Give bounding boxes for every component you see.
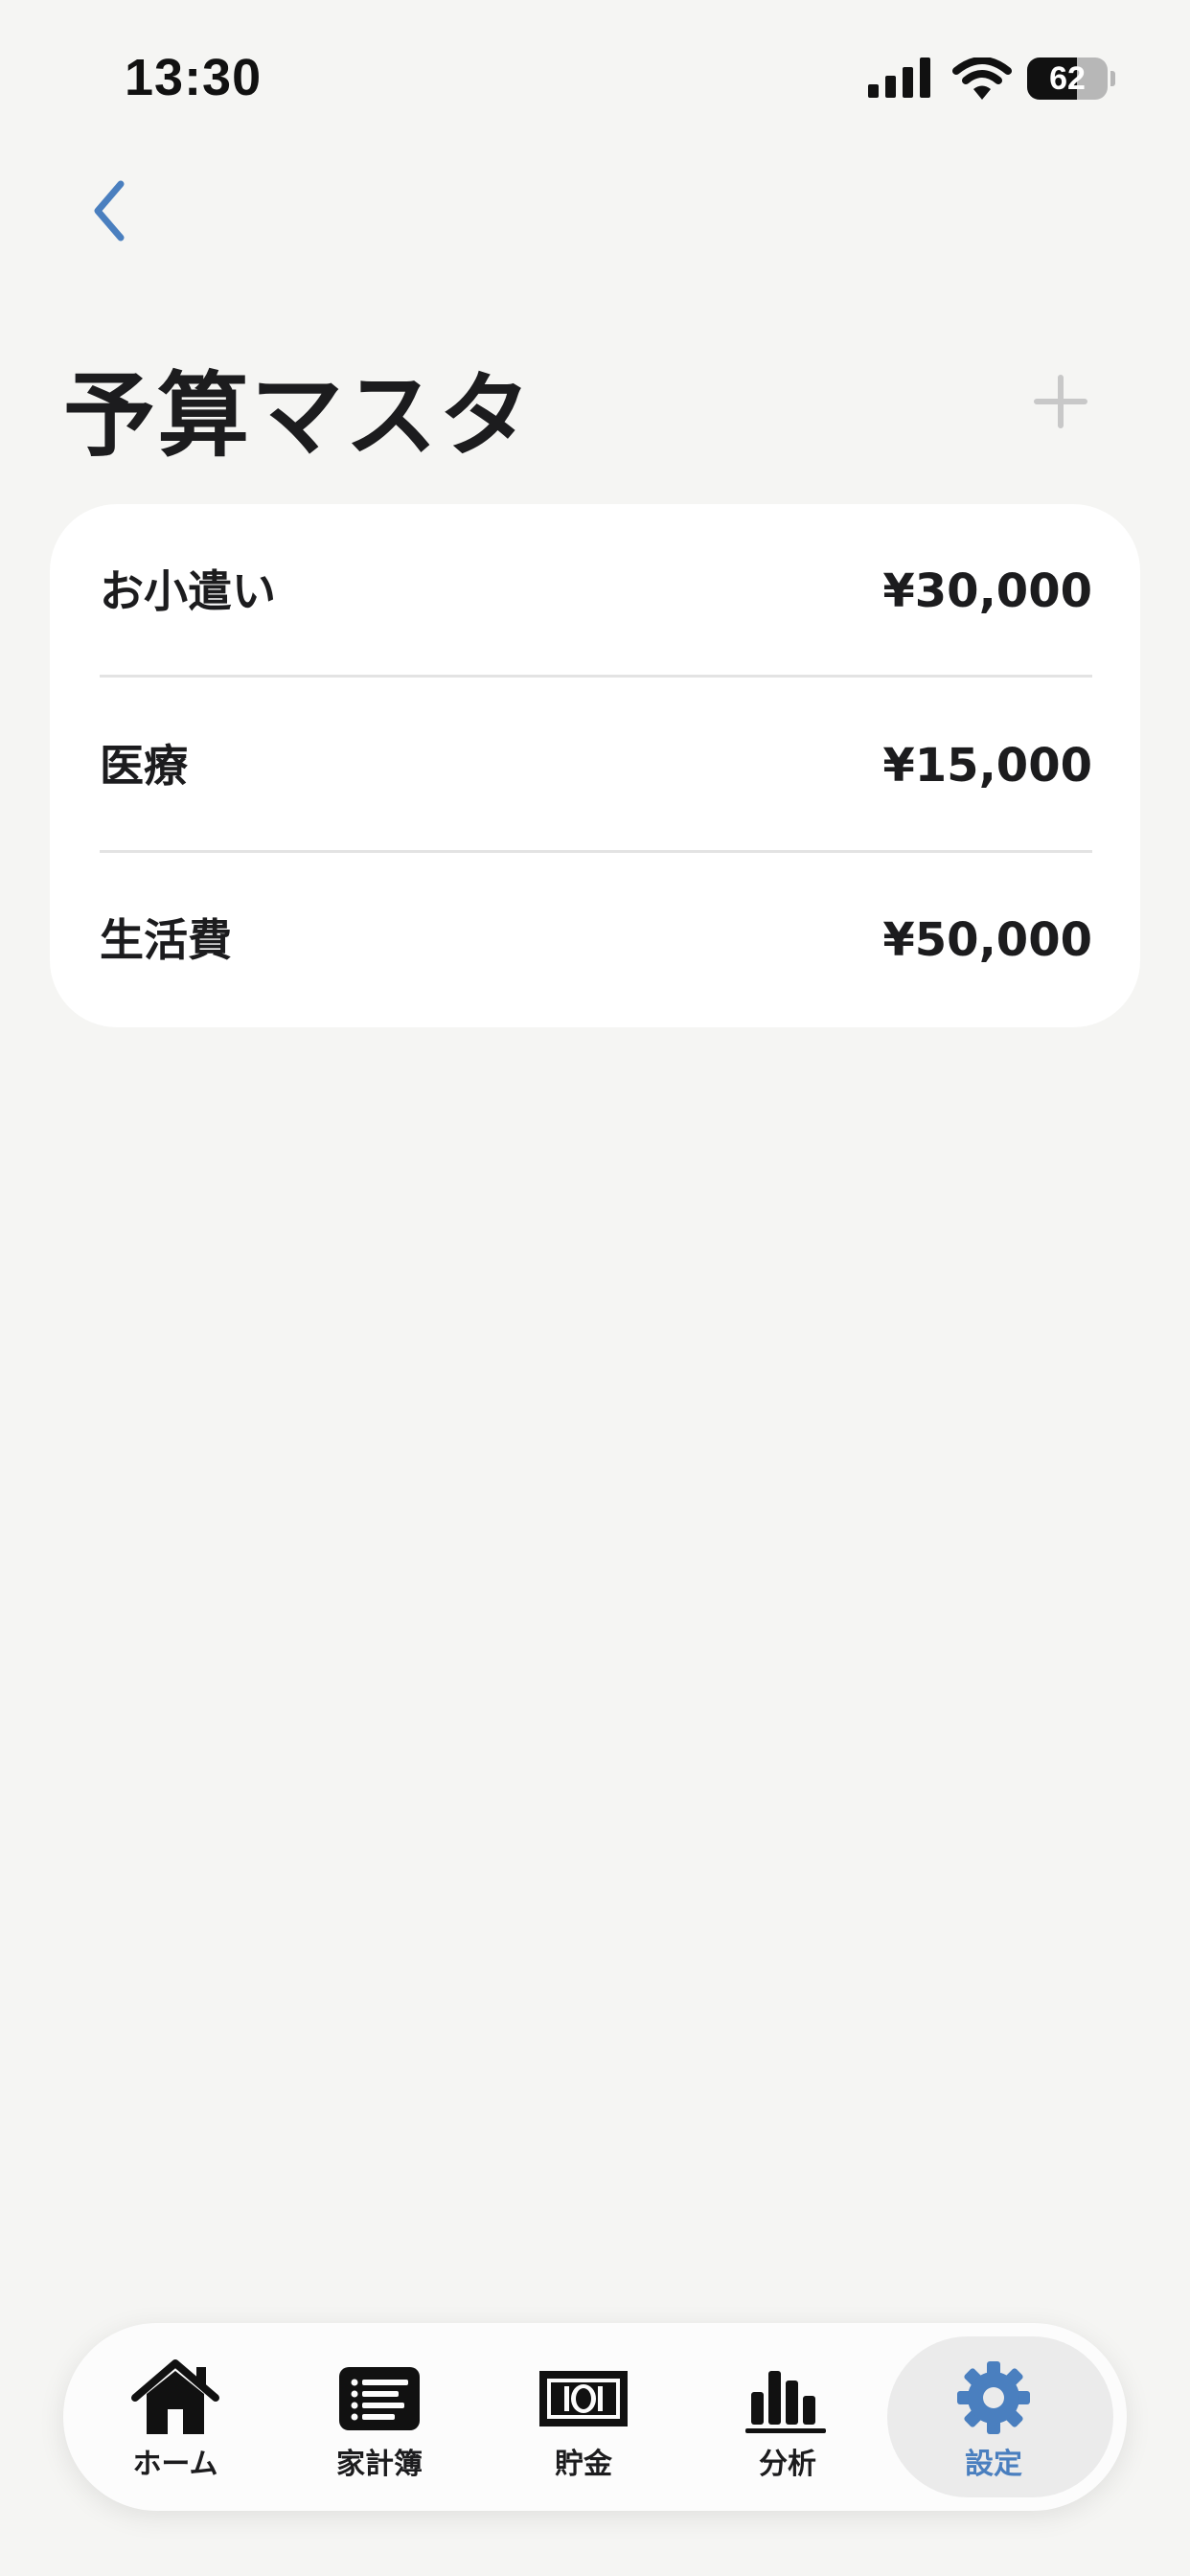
status-icons: 62 — [868, 56, 1117, 102]
tab-label: 分析 — [759, 2448, 816, 2481]
tab-analysis[interactable]: 分析 — [687, 2323, 888, 2511]
tab-savings[interactable]: 貯金 — [483, 2323, 684, 2511]
budget-list: お小遣い ¥30,000 医療 ¥15,000 生活費 ¥50,000 — [50, 504, 1140, 1027]
add-budget-button[interactable] — [1031, 372, 1090, 431]
page-title: 予算マスタ — [63, 362, 533, 470]
budget-amount: ¥30,000 — [882, 564, 1092, 618]
status-time: 13:30 — [125, 49, 263, 106]
home-icon — [131, 2359, 219, 2434]
back-button[interactable] — [82, 172, 140, 249]
tab-label: 貯金 — [555, 2448, 612, 2481]
tab-label: 設定 — [965, 2448, 1022, 2481]
battery-tip — [1110, 71, 1115, 86]
bar-chart-icon — [745, 2371, 826, 2433]
budget-row[interactable]: お小遣い ¥30,000 — [100, 504, 1092, 678]
budget-master-screen: 13:30 62 予算マスタ お小遣い ¥30,000 医療 ¥15,000 生… — [0, 0, 1190, 2576]
tab-settings[interactable]: 設定 — [887, 2323, 1113, 2511]
plus-icon — [1034, 375, 1087, 428]
tab-label: ホーム — [132, 2448, 218, 2481]
chevron-left-icon — [94, 180, 125, 242]
tab-kakeibo[interactable]: 家計簿 — [279, 2323, 480, 2511]
budget-row[interactable]: 医療 ¥15,000 — [100, 678, 1092, 853]
budget-amount: ¥15,000 — [882, 739, 1092, 793]
budget-name: 生活費 — [100, 914, 232, 966]
list-icon — [339, 2367, 420, 2430]
budget-row[interactable]: 生活費 ¥50,000 — [100, 853, 1092, 1027]
tab-bar: ホーム 家計簿 貯金 分析 設定 — [63, 2323, 1127, 2511]
row-divider — [100, 675, 1092, 678]
tab-label: 家計簿 — [336, 2448, 423, 2481]
signal-icon — [868, 58, 930, 98]
wifi-icon — [952, 58, 1012, 100]
battery-level: 62 — [1049, 60, 1086, 97]
money-icon — [539, 2371, 628, 2426]
gear-icon — [957, 2361, 1030, 2434]
budget-name: お小遣い — [100, 565, 276, 617]
budget-amount: ¥50,000 — [882, 913, 1092, 967]
tab-home[interactable]: ホーム — [75, 2323, 276, 2511]
status-bar: 13:30 62 — [0, 0, 1190, 153]
battery-icon: 62 — [1027, 56, 1117, 102]
budget-name: 医療 — [100, 740, 188, 792]
